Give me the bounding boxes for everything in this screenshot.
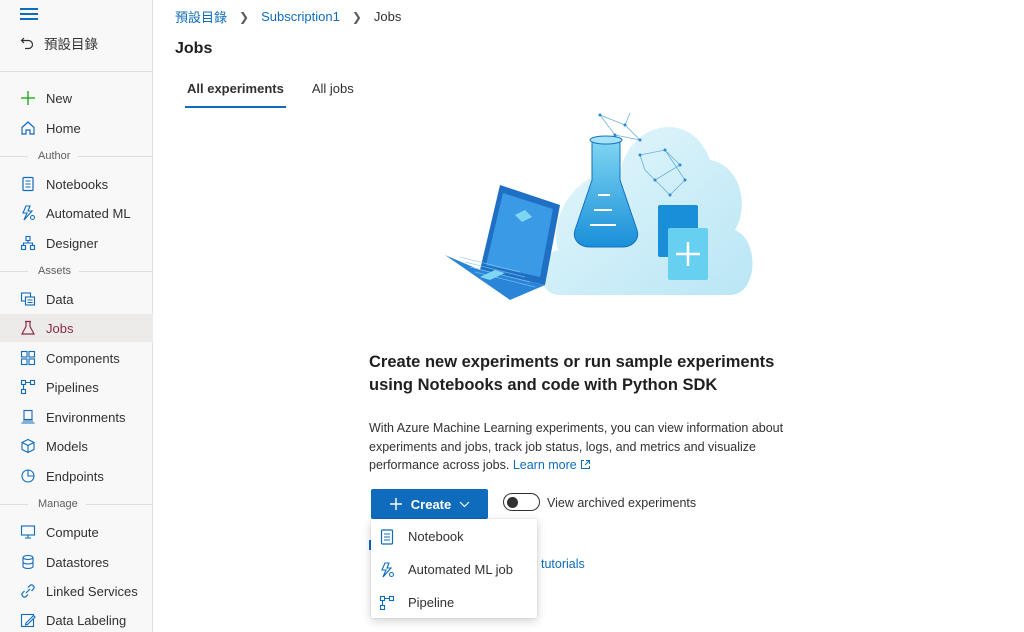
sidebar-item-label: Home [46,120,81,136]
chevron-right-icon: ❯ [351,9,362,24]
sidebar-item-label: Endpoints [46,468,104,484]
breadcrumb-current: Jobs [373,9,402,24]
sidebar: 預設目錄 New Home Author Notebooks Automated… [0,0,153,632]
sidebar-item-label: Components [46,350,120,366]
empty-state-heading: Create new experiments or run sample exp… [369,353,775,394]
view-archived-toggle[interactable] [503,493,540,511]
breadcrumb-directory[interactable]: 預設目錄 [175,7,227,26]
menu-icon[interactable] [20,8,38,20]
pipeline-icon [379,595,395,611]
sidebar-item-label: Datastores [46,554,109,570]
sidebar-item-label: Environments [46,409,126,425]
sidebar-item-label: Jobs [46,320,74,336]
create-button[interactable]: Create [371,489,488,519]
tab-bar: All experiments All jobs [185,81,354,108]
sidebar-item-datastores[interactable]: Datastores [0,548,153,576]
sidebar-item-new[interactable]: New [0,84,153,112]
components-icon [20,350,36,366]
datastore-icon [20,554,36,570]
plus-icon [20,90,36,106]
sidebar-item-designer[interactable]: Designer [0,229,153,257]
sidebar-item-label: Automated ML [46,205,131,221]
flask-icon [20,320,36,336]
breadcrumb: 預設目錄 ❯ Subscription1 ❯ Jobs [175,7,401,26]
automl-icon [20,205,36,221]
empty-state-description: With Azure Machine Learning experiments,… [369,419,809,475]
tab-all-jobs[interactable]: All jobs [312,81,354,108]
sidebar-item-notebooks[interactable]: Notebooks [0,170,153,198]
sidebar-item-components[interactable]: Components [0,344,153,372]
data-labeling-icon [20,612,36,628]
sidebar-item-automated-ml[interactable]: Automated ML [0,199,153,227]
environment-icon [20,409,36,425]
notebook-icon [379,528,395,545]
notebook-icon [20,176,36,192]
sidebar-item-pipelines[interactable]: Pipelines [0,373,153,401]
sidebar-item-models[interactable]: Models [0,432,153,460]
designer-icon [20,235,36,251]
linked-services-icon [20,583,36,599]
create-dropdown-menu: Notebook Automated ML job Pipeline [371,519,537,618]
menu-item-label: Notebook [408,529,464,544]
model-icon [20,438,36,454]
section-manage: Manage [0,498,153,510]
sidebar-item-endpoints[interactable]: Endpoints [0,462,153,490]
sidebar-item-label: New [46,90,73,106]
back-arrow-icon [20,37,34,50]
sidebar-item-label: Pipelines [46,379,99,395]
back-label: 預設目錄 [44,37,98,52]
plus-icon [389,498,402,510]
menu-item-label: Automated ML job [408,562,514,577]
menu-item-pipeline[interactable]: Pipeline [371,586,537,619]
sidebar-item-data-labeling[interactable]: Data Labeling [0,606,153,632]
sidebar-item-label: Linked Services [46,583,138,599]
chevron-down-icon [459,501,470,507]
sidebar-item-label: Notebooks [46,176,109,192]
sidebar-item-linked-services[interactable]: Linked Services [0,577,153,605]
pipeline-icon [20,379,36,395]
menu-item-notebook[interactable]: Notebook [371,520,537,553]
view-archived-label: View archived experiments [547,496,697,510]
sidebar-item-home[interactable]: Home [0,114,153,142]
sidebar-item-jobs[interactable]: Jobs [0,314,153,342]
page-title: Jobs [175,40,213,57]
tab-all-experiments[interactable]: All experiments [185,81,286,108]
create-button-label: Create [410,496,452,512]
sidebar-item-label: Models [46,438,88,454]
automl-icon [379,561,395,578]
home-icon [20,120,36,136]
divider [0,71,153,72]
compute-icon [20,524,36,540]
data-icon [20,291,36,307]
back-to-directory[interactable]: 預設目錄 [20,33,98,53]
section-author: Author [0,150,153,162]
endpoint-icon [20,468,36,484]
experiments-illustration [445,112,753,300]
breadcrumb-subscription[interactable]: Subscription1 [261,9,340,24]
sidebar-item-data[interactable]: Data [0,285,153,313]
sidebar-item-compute[interactable]: Compute [0,518,153,546]
external-link-icon [581,460,591,469]
menu-item-label: Pipeline [408,595,455,610]
sidebar-item-label: Designer [46,235,99,251]
section-assets: Assets [0,265,153,277]
sidebar-item-label: Compute [46,524,99,540]
tutorials-link[interactable]: tutorials [541,557,585,571]
sidebar-item-label: Data [46,291,74,307]
learn-more-link[interactable]: Learn more [513,458,591,472]
menu-item-automated-ml-job[interactable]: Automated ML job [371,553,537,586]
sidebar-item-label: Data Labeling [46,612,127,628]
chevron-right-icon: ❯ [239,9,250,24]
sidebar-item-environments[interactable]: Environments [0,403,153,431]
